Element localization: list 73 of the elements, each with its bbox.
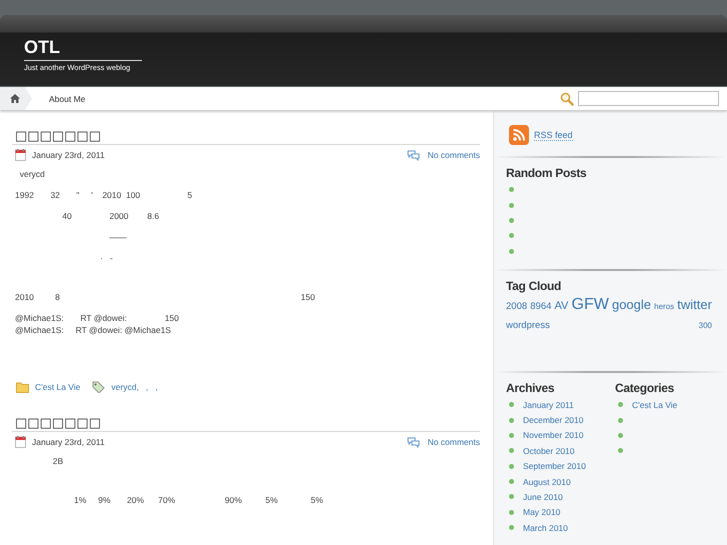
nav-tab[interactable]: About Me [36, 87, 104, 110]
tag-link[interactable]: GFW [572, 294, 609, 314]
post-text: @Michae1S: RT @dowei: @Michae1S [15, 324, 172, 336]
post-title[interactable]: □□□□□□□ [12, 417, 480, 432]
archive-link[interactable]: November 2010 [523, 430, 584, 440]
archive-link[interactable]: October 2010 [523, 446, 575, 456]
tag-link[interactable]: 300 [698, 316, 712, 335]
post-text: 1% 9% 20% 70% 90% 5% 5% [73, 494, 324, 506]
archive-link[interactable]: June 2010 [523, 492, 563, 502]
bullet-icon [509, 464, 514, 469]
bullet-icon [509, 402, 514, 408]
tags-link[interactable]: verycd, , , [111, 382, 158, 392]
post-text: 1992 32 " ' 2010 100 5 [15, 189, 194, 201]
archive-link[interactable]: January 2011 [523, 400, 574, 410]
search-field[interactable] [578, 91, 719, 106]
bullet-icon [509, 479, 514, 484]
tag-link[interactable]: 8964 [530, 296, 552, 316]
tag-link[interactable]: wordpress [506, 316, 550, 335]
post-text: 2B [52, 455, 64, 467]
widget-title: Categories [615, 380, 676, 395]
post-title[interactable]: □□□□□□□ [12, 130, 480, 145]
bullet-icon [509, 418, 514, 423]
archive-link[interactable]: September 2010 [523, 461, 586, 472]
post-date: January 23rd, 2011 [32, 150, 105, 160]
bullet-icon [509, 432, 514, 438]
bullet-icon [618, 402, 623, 408]
bullet-icon [509, 248, 514, 254]
bullet-icon [618, 448, 623, 454]
comments-link[interactable]: No comments [428, 437, 480, 447]
bullet-icon [509, 510, 514, 515]
post-date: January 23rd, 2011 [32, 437, 105, 447]
site-title[interactable]: OTL [24, 38, 142, 61]
archive-link[interactable]: March 2010 [523, 522, 568, 533]
widget-title: Random Posts [506, 166, 588, 180]
tag-icon [92, 381, 106, 393]
tag-link[interactable]: 2008 [506, 296, 528, 316]
post-text: verycd [18, 168, 46, 180]
calendar-icon [15, 436, 26, 448]
speech-bubbles-icon [406, 436, 420, 448]
post-text: —— [108, 231, 128, 243]
calendar-icon [15, 149, 26, 161]
post-text: @Michae1S: RT @dowei: 150 [15, 312, 180, 324]
bullet-icon [618, 432, 623, 438]
archive-link[interactable]: August 2010 [523, 476, 571, 487]
tag-link[interactable]: twitter [677, 294, 712, 314]
category-link[interactable]: C'est La Vie [632, 400, 678, 410]
rss-icon[interactable] [509, 125, 529, 145]
comments-link[interactable]: No comments [428, 150, 480, 160]
widget-title: Archives [506, 380, 556, 395]
bullet-icon [509, 218, 514, 223]
tag-link[interactable]: heros [654, 296, 674, 316]
bullet-icon [618, 418, 623, 423]
post-text: 2010 8 150 [15, 291, 316, 303]
archive-link[interactable]: December 2010 [523, 415, 584, 426]
rss-feed-link[interactable]: RSS feed [534, 130, 573, 140]
search-icon[interactable] [560, 92, 574, 106]
archive-link[interactable]: May 2010 [523, 507, 560, 518]
bullet-icon [509, 202, 514, 208]
tag-link[interactable]: google [612, 294, 652, 314]
speech-bubbles-icon [406, 150, 420, 160]
post-text: · - [99, 252, 114, 264]
post-text: 40 2000 8.6 [61, 210, 160, 222]
bullet-icon [509, 494, 514, 500]
home-tab[interactable] [0, 87, 32, 110]
tag-link[interactable]: AV [554, 296, 568, 316]
bullet-icon [509, 525, 514, 530]
bullet-icon [509, 448, 514, 454]
category-link[interactable]: C'est La Vie [35, 382, 80, 392]
folder-icon [16, 382, 29, 392]
bullet-icon [509, 187, 514, 192]
home-icon [10, 94, 20, 103]
widget-title: Tag Cloud [506, 278, 562, 293]
bullet-icon [509, 233, 514, 238]
